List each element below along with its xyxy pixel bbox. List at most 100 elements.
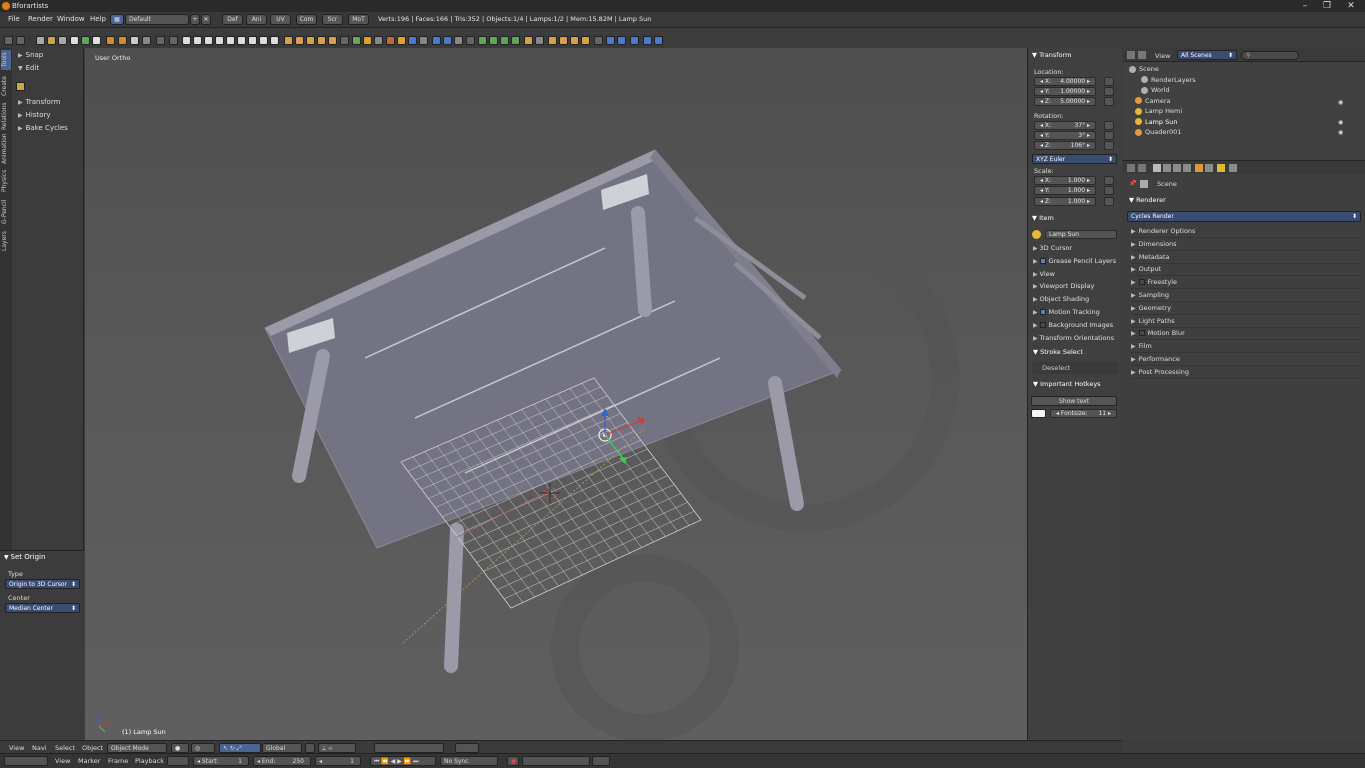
preview-range-icon[interactable] [167, 756, 189, 766]
workspace-tab-uv[interactable]: UV [270, 14, 291, 25]
outliner-item-lamp-sun[interactable]: Lamp Sun [1135, 118, 1178, 126]
toolbar-list-icon[interactable] [16, 36, 25, 45]
camera-icon[interactable] [130, 36, 139, 45]
redo-icon[interactable] [81, 36, 90, 45]
tab-tools[interactable]: Tools [1, 50, 11, 70]
lock-location-y-icon[interactable] [1104, 87, 1114, 96]
properties-panel-performance[interactable]: ▶ Performance [1131, 355, 1361, 366]
fontsize-field[interactable]: ◂ Fontsize: 11 ▸ [1050, 409, 1117, 418]
outliner-item-lamp-hemi[interactable]: Lamp Hemi [1135, 107, 1182, 115]
view-persp-icon[interactable] [237, 36, 246, 45]
modifier-icon[interactable] [386, 36, 395, 45]
edit-tool-icon[interactable] [16, 82, 25, 91]
properties-panel-dimensions[interactable]: ▶ Dimensions [1131, 240, 1361, 251]
tab-gpencil[interactable]: G-Pencil [1, 198, 11, 226]
timeline-menu-marker[interactable]: Marker [78, 757, 100, 765]
properties-panel-light-paths[interactable]: ▶ Light Paths [1131, 317, 1361, 328]
scale-z-field[interactable]: ◂ Z: 1.000 ▸ [1034, 197, 1096, 206]
lock-location-x-icon[interactable] [1104, 77, 1114, 86]
save-icon[interactable] [58, 36, 67, 45]
npanel-section-grease-pencil-layers[interactable]: ▶ Grease Pencil Layers [1033, 257, 1116, 265]
properties-panel-sampling[interactable]: ▶ Sampling [1131, 291, 1361, 302]
lock-scale-z-icon[interactable] [1104, 197, 1114, 206]
item-name-field[interactable]: Lamp Sun [1045, 230, 1117, 239]
scale-x-field[interactable]: ◂ X: 1.000 ▸ [1034, 176, 1096, 185]
viewport-menu-select[interactable]: Select [55, 744, 75, 752]
material-tab-icon[interactable] [1229, 164, 1237, 172]
rotation-y-field[interactable]: ◂ Y: 3° ▸ [1034, 131, 1096, 140]
location-y-field[interactable]: ◂ Y: 1.00000 ▸ [1034, 87, 1096, 96]
toolbar-menu4-icon[interactable] [466, 36, 475, 45]
3d-cursor-icon[interactable] [540, 483, 560, 503]
npanel-section-3d-cursor[interactable]: ▶ 3D Cursor [1033, 244, 1072, 252]
outliner-item-quader001[interactable]: Quader001 [1135, 128, 1181, 136]
lock-scale-y-icon[interactable] [1104, 186, 1114, 195]
add-curve-icon[interactable] [295, 36, 304, 45]
lamp-sun-visibility-icon[interactable]: ◉ [1338, 119, 1343, 126]
view-options-icon[interactable] [654, 36, 663, 45]
item-panel-header[interactable]: ▼ Item [1032, 214, 1054, 222]
tab-layers[interactable]: Layers [1, 230, 11, 252]
properties-editor-icon[interactable] [1127, 164, 1135, 172]
location-z-field[interactable]: ◂ Z: 5.00000 ▸ [1034, 97, 1096, 106]
layer-icon[interactable] [606, 36, 615, 45]
world-tab-icon[interactable] [1183, 164, 1191, 172]
rendered-shading-icon[interactable] [226, 36, 235, 45]
workspace-tab-def[interactable]: Def [222, 14, 243, 25]
keying-set-icon[interactable] [581, 36, 590, 45]
workspace-tab-com[interactable]: Com [296, 14, 317, 25]
center-dropdown[interactable]: Median Center ⬍ [5, 603, 80, 613]
snap-vertex-icon[interactable] [489, 36, 498, 45]
add-lamp-icon[interactable] [352, 36, 361, 45]
properties-panel-motion-blur[interactable]: ▶ Motion Blur [1131, 329, 1361, 341]
undo-icon[interactable] [70, 36, 79, 45]
panel-checkbox[interactable] [1138, 330, 1145, 337]
lock-scale-x-icon[interactable] [1104, 176, 1114, 185]
snap-toggle-icon[interactable]: ⟂ ⊹ [318, 743, 356, 753]
menu-window[interactable]: Window [57, 15, 85, 23]
tab-relations[interactable]: Relations [1, 102, 11, 130]
timeline-menu-view[interactable]: View [55, 757, 70, 765]
type-dropdown[interactable]: Origin to 3D Cursor ⬍ [5, 579, 80, 589]
particles-icon[interactable] [419, 36, 428, 45]
close-icon[interactable]: ✕ [1340, 0, 1362, 12]
manipulator-icon[interactable]: ↖ ↻ ⤢ [219, 743, 261, 753]
physics-icon[interactable] [408, 36, 417, 45]
rotation-x-field[interactable]: ◂ X: 37° ▸ [1034, 121, 1096, 130]
material-shading-icon[interactable] [215, 36, 224, 45]
viewport-menu-navi[interactable]: Navi [32, 744, 47, 752]
add-meta-icon[interactable] [317, 36, 326, 45]
parent-icon[interactable] [454, 36, 463, 45]
timeline-editor-icon[interactable] [4, 756, 48, 766]
properties-panel-film[interactable]: ▶ Film [1131, 342, 1361, 354]
scale-y-field[interactable]: ◂ Y: 1.000 ▸ [1034, 186, 1096, 195]
workspace-tab-mot[interactable]: MoT [348, 14, 369, 25]
viewport-menu-view[interactable]: View [9, 744, 24, 752]
maximize-icon[interactable]: ❐ [1316, 0, 1338, 12]
outliner-view-menu[interactable]: View [1155, 52, 1170, 60]
layer-buttons[interactable] [374, 743, 444, 753]
rotation-mode-dropdown[interactable]: XYZ Euler ⬍ [1032, 154, 1117, 164]
panel-edit[interactable]: ▼ Edit [18, 64, 39, 72]
snap-face-icon[interactable] [511, 36, 520, 45]
workspace-tab-ani[interactable]: Ani [246, 14, 267, 25]
properties-panel-output[interactable]: ▶ Output [1131, 265, 1361, 277]
add-camera-icon[interactable] [363, 36, 372, 45]
renderer-panel-header[interactable]: ▼ Renderer [1129, 196, 1166, 204]
section-checkbox[interactable] [1039, 309, 1046, 315]
properties-menu-icon[interactable] [1138, 164, 1146, 172]
deselect-row[interactable]: Deselect [1032, 362, 1118, 374]
properties-panel-metadata[interactable]: ▶ Metadata [1131, 253, 1361, 264]
new-file-icon[interactable] [36, 36, 45, 45]
record-icon[interactable]: ● [507, 756, 519, 766]
scene-tab-icon[interactable] [1173, 164, 1181, 172]
camera-visibility-icon[interactable]: ◉ [1338, 99, 1343, 106]
screen-layout-icon[interactable]: ▦ [110, 14, 124, 25]
properties-panel-renderer-options[interactable]: ▶ Renderer Options [1131, 227, 1361, 238]
end-frame-field[interactable]: ◂ End: 250 [253, 756, 311, 766]
editor-type-icon[interactable] [1127, 51, 1135, 59]
add-text-icon[interactable] [328, 36, 337, 45]
operator-title[interactable]: ▼ Set Origin [4, 553, 45, 561]
snap-edge-icon[interactable] [500, 36, 509, 45]
playback-controls[interactable]: ⏮ ⏪ ◀ ▶ ⏩ ⏭ [370, 756, 436, 766]
